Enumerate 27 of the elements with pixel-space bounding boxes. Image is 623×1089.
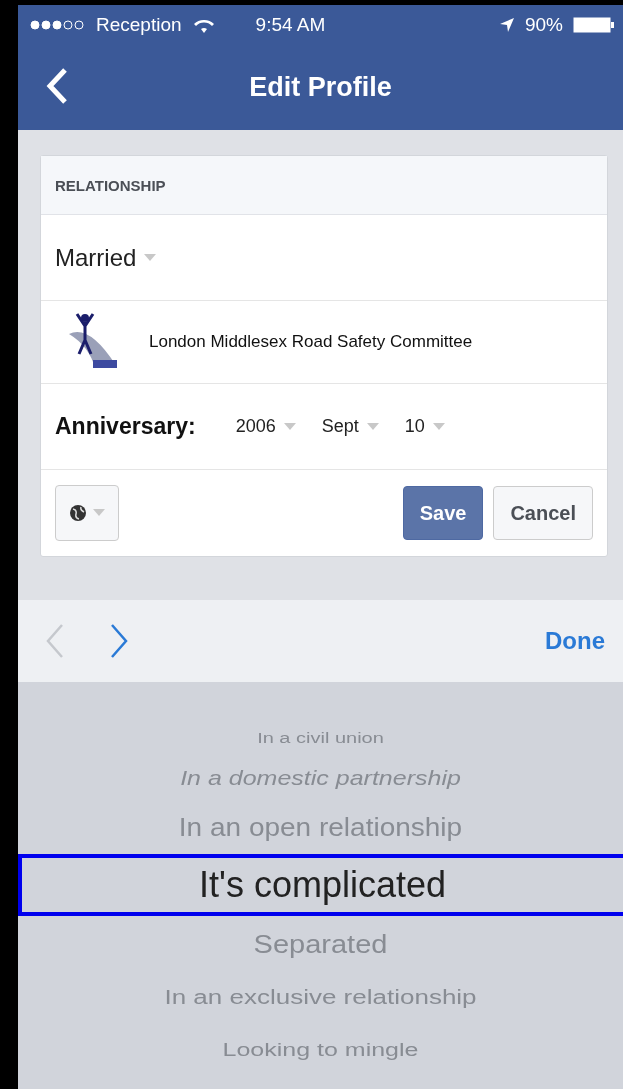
section-header: RELATIONSHIP: [41, 156, 607, 215]
globe-icon: [69, 504, 87, 522]
battery-icon: [573, 17, 615, 33]
caret-icon: [432, 422, 445, 431]
caret-icon: [144, 253, 157, 262]
location-arrow-icon: [498, 17, 515, 33]
anniversary-label: Anniversary:: [55, 413, 196, 440]
page-title: Edit Profile: [249, 72, 392, 103]
caret-icon: [283, 422, 296, 431]
picker-option[interactable]: It's complicated: [18, 854, 623, 916]
signal-icon: [30, 20, 86, 30]
done-button[interactable]: Done: [539, 626, 611, 656]
partner-name: London Middlesex Road Safety Committee: [149, 332, 473, 352]
carrier-name: Reception: [96, 14, 182, 36]
caret-icon: [93, 509, 105, 517]
status-dropdown[interactable]: Married: [55, 243, 157, 272]
privacy-dropdown[interactable]: [55, 485, 119, 541]
battery-percent: 90%: [524, 14, 563, 36]
caret-icon: [366, 422, 379, 431]
year-dropdown[interactable]: 2006: [235, 416, 296, 437]
day-dropdown[interactable]: 10: [404, 416, 445, 437]
clock-time: 9:54 AM: [255, 14, 326, 36]
back-button[interactable]: [46, 67, 68, 105]
next-button[interactable]: [110, 623, 128, 659]
cancel-button[interactable]: Cancel: [493, 486, 593, 540]
month-dropdown[interactable]: Sept: [321, 416, 379, 437]
save-button[interactable]: Save: [402, 486, 484, 540]
